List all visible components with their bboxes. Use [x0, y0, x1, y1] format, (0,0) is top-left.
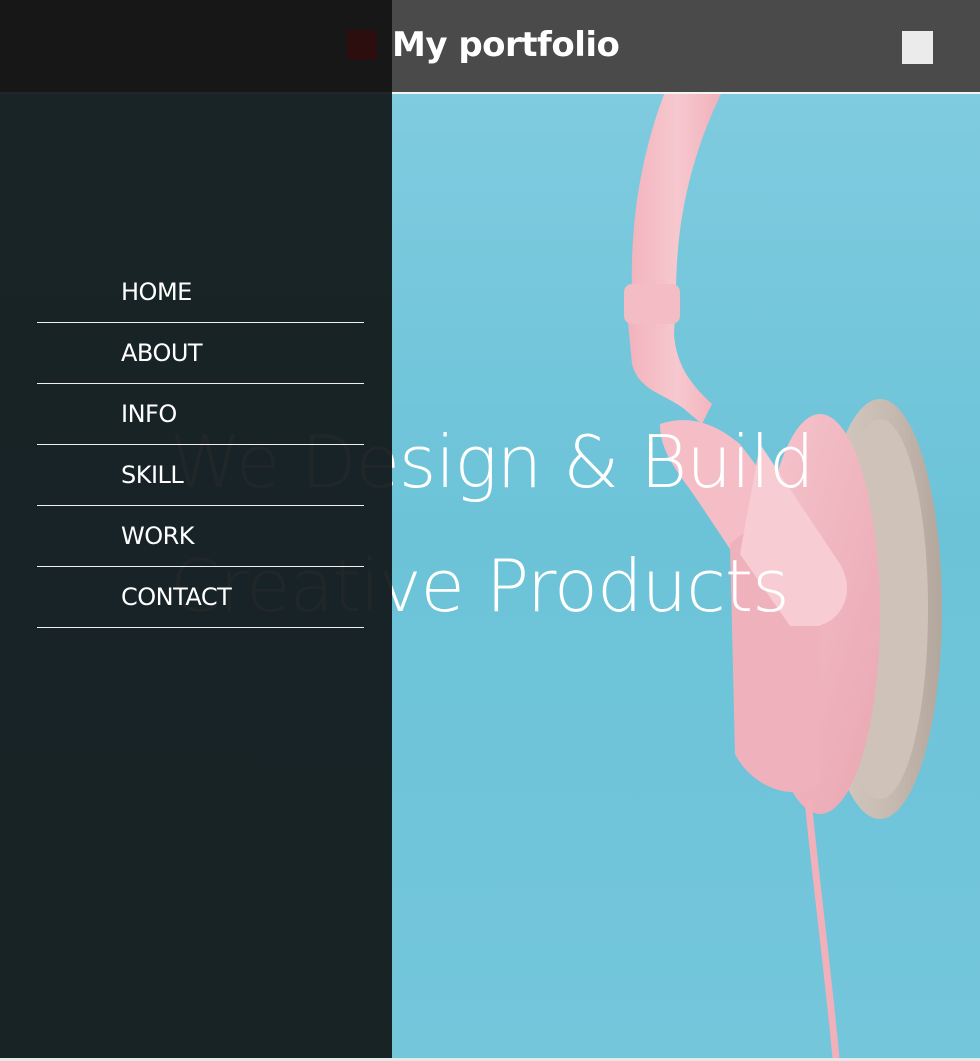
- nav-link-about[interactable]: ABOUT: [121, 339, 203, 367]
- side-nav-menu: HOME ABOUT INFO SKILL WORK CONTACT: [37, 262, 364, 628]
- nav-item-about: ABOUT: [37, 323, 364, 384]
- nav-item-work: WORK: [37, 506, 364, 567]
- side-nav-panel: HOME ABOUT INFO SKILL WORK CONTACT: [0, 0, 392, 1058]
- nav-item-contact: CONTACT: [37, 567, 364, 628]
- nav-item-home: HOME: [37, 262, 364, 323]
- page: We Design & Build Creative Products My p…: [0, 0, 980, 1061]
- nav-link-work[interactable]: WORK: [121, 522, 195, 550]
- nav-link-info[interactable]: INFO: [121, 400, 177, 428]
- nav-item-info: INFO: [37, 384, 364, 445]
- site-title: My portfolio: [392, 25, 620, 65]
- nav-item-skill: SKILL: [37, 445, 364, 506]
- nav-link-home[interactable]: HOME: [121, 278, 192, 306]
- menu-toggle-button[interactable]: [902, 31, 933, 64]
- nav-link-contact[interactable]: CONTACT: [121, 583, 232, 611]
- nav-link-skill[interactable]: SKILL: [121, 461, 184, 489]
